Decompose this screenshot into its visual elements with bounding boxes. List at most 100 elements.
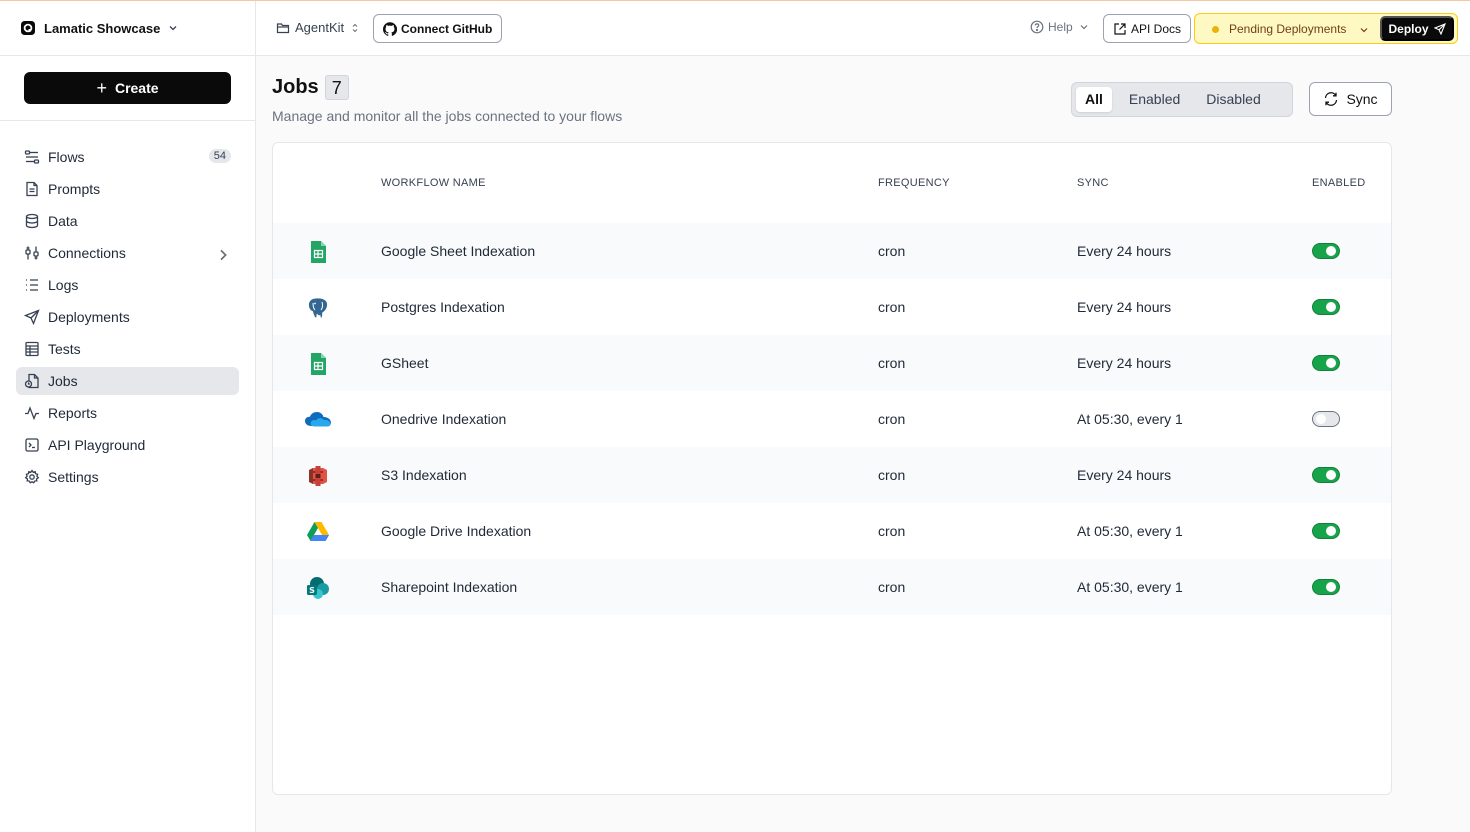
sidebar-item-logs[interactable]: Logs bbox=[16, 271, 239, 299]
connect-github-button[interactable]: Connect GitHub bbox=[373, 14, 503, 43]
frequency: cron bbox=[878, 243, 906, 259]
project-name: AgentKit bbox=[295, 20, 345, 35]
table-row[interactable]: Google Drive Indexation cron At 05:30, e… bbox=[273, 503, 1391, 559]
connections-icon bbox=[25, 246, 39, 260]
sidebar-item-label: Flows bbox=[48, 149, 85, 165]
workflow-name[interactable]: S3 Indexation bbox=[381, 467, 467, 483]
enabled-toggle[interactable] bbox=[1312, 243, 1340, 259]
lamatic-logo-icon bbox=[21, 21, 35, 35]
sync-schedule: Every 24 hours bbox=[1077, 299, 1172, 315]
org-name: Lamatic Showcase bbox=[44, 20, 161, 36]
project-switcher[interactable]: AgentKit bbox=[276, 20, 365, 35]
table-row[interactable]: Google Sheet Indexation cron Every 24 ho… bbox=[273, 223, 1391, 279]
sidebar-item-label: Settings bbox=[48, 469, 99, 485]
workflow-name[interactable]: Onedrive Indexation bbox=[381, 411, 506, 427]
sidebar: Lamatic Showcase + Create Flows 54 Promp… bbox=[0, 1, 256, 832]
col-workflow-name[interactable]: WORKFLOW NAME bbox=[381, 177, 486, 189]
sidebar-item-connections[interactable]: Connections bbox=[16, 239, 239, 267]
pending-deployments[interactable]: Pending Deployments Deploy bbox=[1194, 13, 1458, 44]
google-sheets-icon bbox=[311, 241, 326, 263]
sidebar-item-label: Prompts bbox=[48, 181, 101, 197]
sync-button[interactable]: Sync bbox=[1309, 82, 1392, 116]
workflow-name[interactable]: GSheet bbox=[381, 355, 428, 371]
sidebar-item-label: Tests bbox=[48, 341, 81, 357]
top-header: AgentKit Connect GitHub Help API Docs Pe… bbox=[256, 1, 1470, 56]
col-enabled[interactable]: ENABLED bbox=[1312, 177, 1365, 189]
filter-disabled[interactable]: Disabled bbox=[1197, 87, 1269, 112]
sidebar-item-tests[interactable]: Tests bbox=[16, 335, 239, 363]
filter-enabled[interactable]: Enabled bbox=[1120, 87, 1189, 112]
plus-icon: + bbox=[96, 78, 107, 98]
col-sync[interactable]: SYNC bbox=[1077, 177, 1109, 189]
enabled-toggle[interactable] bbox=[1312, 411, 1340, 427]
deploy-button[interactable]: Deploy bbox=[1380, 16, 1454, 41]
aws-s3-icon bbox=[309, 466, 327, 486]
workflow-name[interactable]: Sharepoint Indexation bbox=[381, 579, 517, 595]
create-label: Create bbox=[114, 80, 159, 96]
pending-deployments-label: Pending Deployments bbox=[1229, 22, 1347, 36]
send-icon bbox=[1433, 22, 1446, 35]
sidebar-item-flows[interactable]: Flows 54 bbox=[16, 143, 239, 171]
chevron-right-icon bbox=[220, 249, 227, 261]
col-frequency[interactable]: FREQUENCY bbox=[878, 177, 950, 189]
activity-icon bbox=[25, 406, 39, 421]
sidebar-item-jobs[interactable]: Jobs bbox=[16, 367, 239, 395]
refresh-icon bbox=[1325, 92, 1338, 106]
table-row[interactable]: S3 Indexation cron Every 24 hours bbox=[273, 447, 1391, 503]
sidebar-item-api-playground[interactable]: API Playground bbox=[16, 431, 239, 459]
sidebar-item-reports[interactable]: Reports bbox=[16, 399, 239, 427]
enabled-toggle[interactable] bbox=[1312, 299, 1340, 315]
terminal-icon bbox=[25, 438, 39, 452]
sidebar-item-deployments[interactable]: Deployments bbox=[16, 303, 239, 331]
sidebar-item-label: API Playground bbox=[48, 437, 146, 453]
page-subtitle: Manage and monitor all the jobs connecte… bbox=[272, 108, 623, 124]
enabled-toggle[interactable] bbox=[1312, 355, 1340, 371]
database-icon bbox=[25, 213, 39, 229]
table-header: WORKFLOW NAME FREQUENCY SYNC ENABLED bbox=[273, 143, 1391, 223]
filter-all[interactable]: All bbox=[1076, 87, 1112, 112]
gear-icon bbox=[24, 469, 40, 484]
sidebar-item-data[interactable]: Data bbox=[16, 207, 239, 235]
workflow-name[interactable]: Google Drive Indexation bbox=[381, 523, 531, 539]
filter-segmented-control: All Enabled Disabled bbox=[1071, 82, 1293, 117]
sync-schedule: Every 24 hours bbox=[1077, 355, 1172, 371]
frequency: cron bbox=[878, 467, 906, 483]
jobs-count-badge: 7 bbox=[324, 75, 349, 100]
sync-schedule: At 05:30, every 1 bbox=[1077, 579, 1183, 595]
flows-count-badge: 54 bbox=[208, 149, 231, 163]
sidebar-item-label: Data bbox=[48, 213, 78, 229]
help-circle-icon bbox=[1030, 20, 1044, 34]
table-row[interactable]: Onedrive Indexation cron At 05:30, every… bbox=[273, 391, 1391, 447]
help-label: Help bbox=[1048, 20, 1073, 34]
sidebar-item-label: Reports bbox=[48, 405, 98, 421]
table-row[interactable]: S Sharepoint Indexation cron At 05:30, e… bbox=[273, 559, 1391, 615]
table-body: Google Sheet Indexation cron Every 24 ho… bbox=[273, 223, 1391, 615]
page-title: Jobs bbox=[272, 76, 319, 98]
enabled-toggle[interactable] bbox=[1312, 523, 1340, 539]
api-docs-label: API Docs bbox=[1131, 21, 1182, 36]
table-row[interactable]: Postgres Indexation cron Every 24 hours bbox=[273, 279, 1391, 335]
create-button[interactable]: + Create bbox=[24, 72, 231, 104]
frequency: cron bbox=[878, 299, 906, 315]
sidebar-item-settings[interactable]: Settings bbox=[16, 463, 239, 491]
sidebar-nav: Flows 54 Prompts Data Connections Logs D… bbox=[0, 121, 255, 491]
workflow-name[interactable]: Postgres Indexation bbox=[381, 299, 505, 315]
frequency: cron bbox=[878, 355, 906, 371]
api-docs-button[interactable]: API Docs bbox=[1103, 14, 1192, 43]
sidebar-item-prompts[interactable]: Prompts bbox=[16, 175, 239, 203]
send-icon bbox=[24, 309, 40, 325]
workflow-name[interactable]: Google Sheet Indexation bbox=[381, 243, 535, 259]
sharepoint-icon: S bbox=[307, 577, 329, 599]
enabled-toggle[interactable] bbox=[1312, 579, 1340, 595]
chevron-down-icon bbox=[1080, 25, 1088, 30]
org-switcher[interactable]: Lamatic Showcase bbox=[0, 1, 255, 56]
main-content: Jobs 7 Manage and monitor all the jobs c… bbox=[256, 57, 1470, 832]
sync-schedule: At 05:30, every 1 bbox=[1077, 411, 1183, 427]
sync-schedule: Every 24 hours bbox=[1077, 243, 1172, 259]
github-icon bbox=[383, 21, 397, 36]
sync-schedule: Every 24 hours bbox=[1077, 467, 1172, 483]
google-sheets-icon bbox=[311, 353, 326, 375]
help-menu[interactable]: Help bbox=[1030, 20, 1093, 34]
table-row[interactable]: GSheet cron Every 24 hours bbox=[273, 335, 1391, 391]
enabled-toggle[interactable] bbox=[1312, 467, 1340, 483]
